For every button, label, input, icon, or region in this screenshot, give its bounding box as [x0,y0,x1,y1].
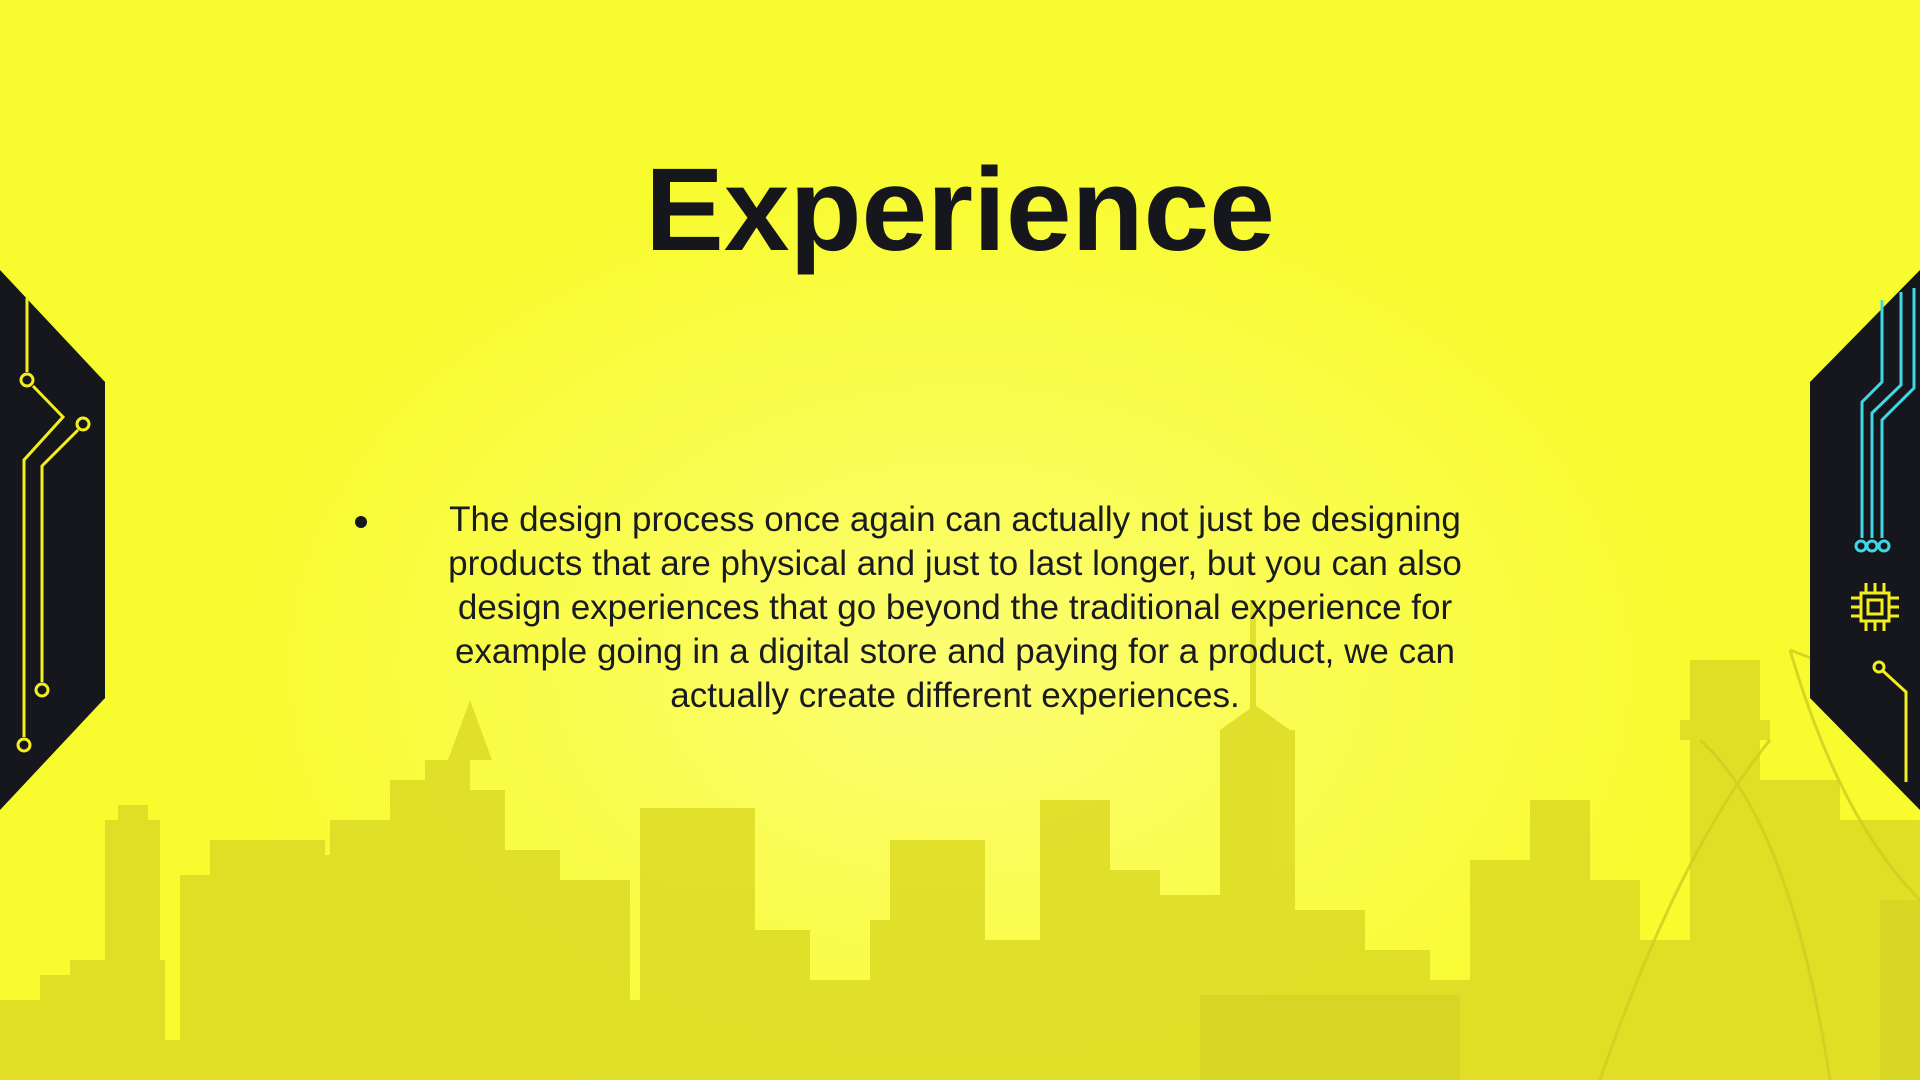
bullet-text: The design process once again can actual… [448,500,1462,715]
bullet-dot-icon [355,516,367,528]
left-circuit-panel-icon [0,270,105,810]
slide: Experience The design process once again… [0,0,1920,1080]
slide-title: Experience [645,144,1275,276]
bullet-list: The design process once again can actual… [345,498,1575,718]
right-circuit-panel-icon [1810,270,1920,810]
bullet-item: The design process once again can actual… [345,498,1575,718]
